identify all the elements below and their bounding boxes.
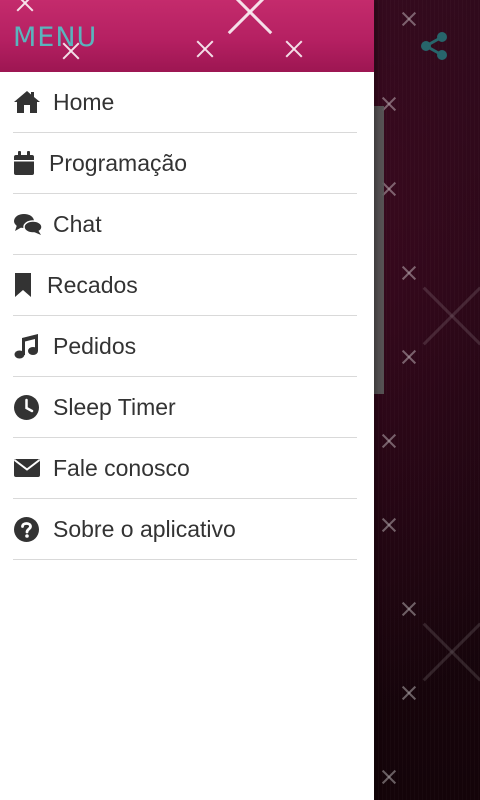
menu-item-label: Recados — [47, 271, 138, 298]
sparkle-decoration — [14, 0, 36, 14]
menu-item-label: Programação — [49, 149, 188, 176]
home-icon — [13, 87, 43, 117]
sparkle-decoration — [400, 684, 418, 702]
clock-icon — [13, 392, 43, 422]
menu-item-recados[interactable]: Recados — [13, 255, 357, 316]
menu-item-label: Sleep Timer — [53, 393, 176, 420]
navigation-drawer: MENU Home Programação Chat Recados Pedid… — [0, 0, 374, 800]
sparkle-decoration — [380, 432, 398, 450]
sparkle-decoration — [283, 38, 305, 60]
sparkle-decoration — [380, 768, 398, 786]
share-icon — [421, 32, 447, 60]
menu-item-programacao[interactable]: Programação — [13, 133, 357, 194]
app-screen: MENU Home Programação Chat Recados Pedid… — [0, 0, 480, 800]
chat-icon — [13, 209, 43, 239]
music-icon — [13, 331, 43, 361]
envelope-icon — [13, 453, 43, 483]
sparkle-decoration — [380, 516, 398, 534]
menu-item-fale-conosco[interactable]: Fale conosco — [13, 438, 357, 499]
menu-item-label: Pedidos — [53, 332, 137, 359]
menu-item-sleep-timer[interactable]: Sleep Timer — [13, 377, 357, 438]
menu-item-label: Chat — [53, 210, 102, 237]
menu-title: MENU — [13, 22, 98, 53]
calendar-icon — [13, 148, 39, 178]
scrollbar[interactable] — [374, 106, 384, 394]
menu-item-label: Sobre o aplicativo — [53, 515, 236, 542]
menu-item-home[interactable]: Home — [13, 72, 357, 133]
menu-list: Home Programação Chat Recados Pedidos Sl… — [0, 72, 374, 560]
menu-item-label: Home — [53, 88, 115, 115]
menu-item-chat[interactable]: Chat — [13, 194, 357, 255]
sparkle-decoration — [400, 348, 418, 366]
sparkle-decoration — [412, 612, 480, 692]
menu-item-sobre[interactable]: Sobre o aplicativo — [13, 499, 357, 560]
drawer-header: MENU — [0, 0, 374, 72]
menu-item-label: Fale conosco — [53, 454, 190, 481]
share-button[interactable] — [414, 26, 454, 66]
menu-item-pedidos[interactable]: Pedidos — [13, 316, 357, 377]
sparkle-decoration — [194, 38, 216, 60]
question-circle-icon — [13, 514, 43, 544]
bookmark-icon — [13, 270, 37, 300]
sparkle-decoration — [220, 0, 280, 42]
sparkle-decoration — [412, 276, 480, 356]
